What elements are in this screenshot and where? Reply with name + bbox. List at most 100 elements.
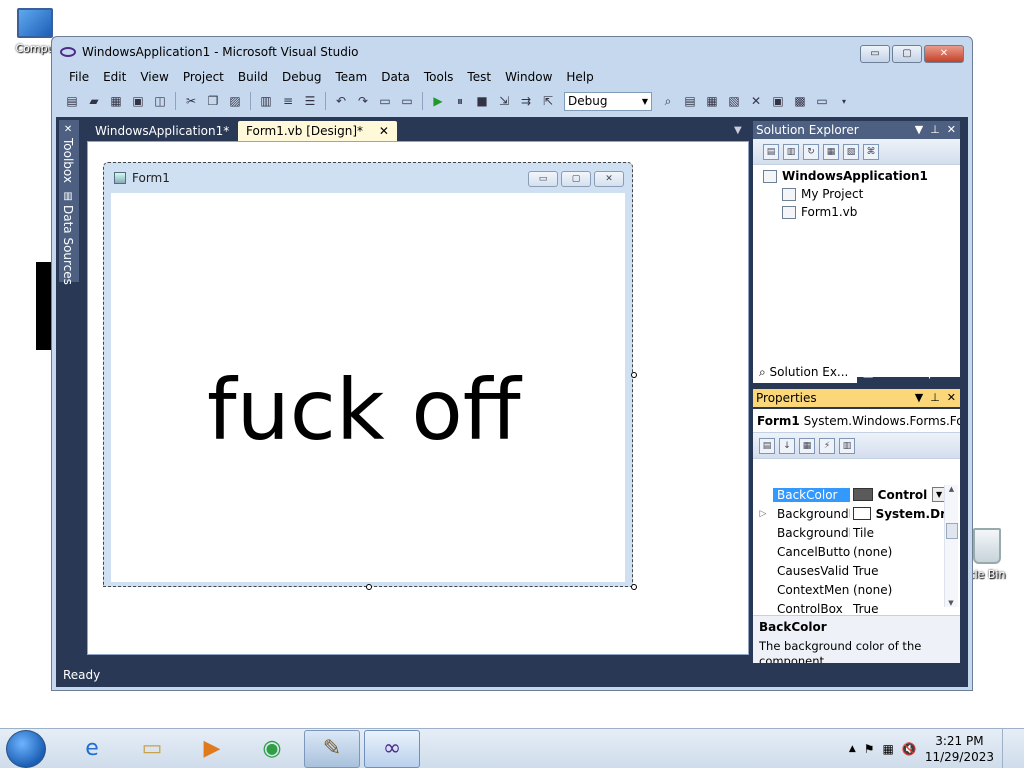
menu-debug[interactable]: Debug [275, 67, 328, 87]
close-icon[interactable]: ✕ [947, 389, 956, 407]
chrome-icon[interactable]: ◉ [244, 730, 300, 768]
step-over-icon[interactable]: ⇉ [516, 91, 536, 111]
view-class-diagram-icon[interactable]: ⌘ [863, 143, 879, 160]
menu-view[interactable]: View [133, 67, 175, 87]
menu-window[interactable]: Window [498, 67, 559, 87]
object-browser-icon[interactable]: ▧ [724, 91, 744, 111]
solution-configuration-dropdown[interactable]: Debug ▼ [564, 91, 652, 111]
solution-explorer-header[interactable]: Solution Explorer ▼ ⊥ ✕ [753, 121, 960, 139]
show-desktop-button[interactable] [1002, 729, 1012, 768]
menu-help[interactable]: Help [559, 67, 600, 87]
data-sources-tab[interactable]: ▥ Data Sources [59, 187, 77, 289]
find-in-files-icon[interactable]: ⌕ [658, 91, 678, 111]
property-row[interactable]: CausesValidat True [753, 561, 946, 580]
indent-icon[interactable]: ≡ [278, 91, 298, 111]
menu-file[interactable]: File [62, 67, 96, 87]
refresh-icon[interactable]: ↻ [803, 143, 819, 160]
properties-view-icon[interactable]: ▦ [799, 437, 815, 454]
show-hidden-icons-icon[interactable]: ▲ [849, 744, 856, 754]
properties-scrollbar[interactable]: ▲ ▼ [944, 485, 958, 607]
properties-icon[interactable]: ▤ [763, 143, 779, 160]
step-into-icon[interactable]: ⇲ [494, 91, 514, 111]
start-page-icon[interactable]: ▣ [768, 91, 788, 111]
property-pages-icon[interactable]: ▥ [839, 437, 855, 454]
paste-icon[interactable]: ▨ [225, 91, 245, 111]
tab-overflow-icon[interactable]: ▼ [734, 125, 742, 136]
close-icon[interactable]: ✕ [947, 121, 956, 139]
toolbox-icon[interactable]: ✕ [746, 91, 766, 111]
start-debugging-icon[interactable]: ▶ [428, 91, 448, 111]
property-value[interactable]: Control ▼ [850, 487, 946, 502]
stop-debugging-icon[interactable]: ■ [472, 91, 492, 111]
resize-handle-corner[interactable] [631, 584, 637, 590]
menu-project[interactable]: Project [176, 67, 231, 87]
auto-hide-pin-icon[interactable]: ⊥ [930, 121, 940, 139]
show-all-files-icon[interactable]: ▥ [783, 143, 799, 160]
outdent-icon[interactable]: ☰ [300, 91, 320, 111]
menu-team[interactable]: Team [328, 67, 374, 87]
view-code-icon[interactable]: ▦ [823, 143, 839, 160]
property-value[interactable]: (none) [850, 583, 946, 597]
property-row[interactable]: ▷ BackgroundIr System.Dr [753, 504, 946, 523]
property-value[interactable]: True [850, 564, 946, 578]
menu-data[interactable]: Data [374, 67, 417, 87]
internet-explorer-icon[interactable]: e [64, 730, 120, 768]
maximize-button[interactable]: ▢ [892, 45, 922, 63]
scroll-up-icon[interactable]: ▲ [945, 485, 958, 493]
title-bar[interactable]: WindowsApplication1 - Microsoft Visual S… [52, 37, 972, 67]
property-row[interactable]: BackgroundIr Tile [753, 523, 946, 542]
save-icon[interactable]: ▣ [128, 91, 148, 111]
properties-header[interactable]: Properties ▼ ⊥ ✕ [753, 389, 960, 407]
action-center-icon[interactable]: ⚑ [864, 742, 875, 756]
property-value[interactable]: System.Dr [850, 507, 946, 521]
minimize-button[interactable]: ▭ [860, 45, 890, 63]
form-label-text[interactable]: fuck off [207, 361, 521, 459]
undo-icon[interactable]: ↶ [331, 91, 351, 111]
properties-window-icon[interactable]: ▦ [702, 91, 722, 111]
menu-test[interactable]: Test [460, 67, 498, 87]
categorized-icon[interactable]: ▤ [759, 437, 775, 454]
break-all-icon[interactable]: ⏸ [450, 91, 470, 111]
redo-icon[interactable]: ↷ [353, 91, 373, 111]
window-position-icon[interactable]: ▼ [915, 389, 923, 407]
open-file-icon[interactable]: ▰ [84, 91, 104, 111]
close-tab-icon[interactable]: ✕ [379, 124, 389, 138]
scroll-down-icon[interactable]: ▼ [945, 599, 957, 607]
add-item-icon[interactable]: ▦ [106, 91, 126, 111]
media-player-icon[interactable]: ▶ [184, 730, 240, 768]
start-button[interactable] [6, 729, 46, 768]
visual-studio-taskbar-icon[interactable]: ∞ [364, 729, 420, 768]
property-row[interactable]: BackColor Control ▼ [753, 485, 946, 504]
menu-tools[interactable]: Tools [417, 67, 461, 87]
solution-node[interactable]: WindowsApplication1 [763, 169, 928, 183]
class-view-icon[interactable]: ▩ [790, 91, 810, 111]
copy-icon[interactable]: ❐ [203, 91, 223, 111]
form-designer-surface[interactable]: Form1 ▭ ▢ ✕ fuck off [87, 141, 749, 655]
solution-explorer-icon[interactable]: ▤ [680, 91, 700, 111]
command-window-icon[interactable]: ▭ [812, 91, 832, 111]
new-project-icon[interactable]: ▤ [62, 91, 82, 111]
tab-windowsapplication1[interactable]: WindowsApplication1* [87, 121, 237, 141]
form-client-area[interactable]: fuck off [111, 193, 625, 582]
navigate-icon[interactable]: ▭ [375, 91, 395, 111]
property-row[interactable]: ContextMenu (none) [753, 580, 946, 599]
volume-muted-icon[interactable]: 🔇 [902, 742, 917, 756]
form1-vb-node[interactable]: Form1.vb [782, 205, 857, 219]
navigate-forward-icon[interactable]: ▭ [397, 91, 417, 111]
property-value[interactable]: (none) [850, 545, 946, 559]
view-designer-icon[interactable]: ▧ [843, 143, 859, 160]
object-selector[interactable]: Form1 System.Windows.Forms.Fo ▼ [753, 409, 960, 433]
tab-team-explorer[interactable]: ▦ Team Explo... [857, 361, 961, 383]
scrollbar-thumb[interactable] [946, 523, 958, 539]
close-button[interactable]: ✕ [924, 45, 964, 63]
alphabetical-icon[interactable]: ↓ [779, 437, 795, 454]
save-all-icon[interactable]: ◫ [150, 91, 170, 111]
window-position-icon[interactable]: ▼ [915, 121, 923, 139]
step-out-icon[interactable]: ⇱ [538, 91, 558, 111]
form1-design-window[interactable]: Form1 ▭ ▢ ✕ fuck off [103, 162, 637, 590]
tab-form1-design[interactable]: Form1.vb [Design]* ✕ [238, 121, 397, 141]
my-project-node[interactable]: My Project [782, 187, 863, 201]
toolbox-tab[interactable]: ✕ Toolbox [59, 120, 77, 187]
cut-icon[interactable]: ✂ [181, 91, 201, 111]
find-icon[interactable]: ▥ [256, 91, 276, 111]
